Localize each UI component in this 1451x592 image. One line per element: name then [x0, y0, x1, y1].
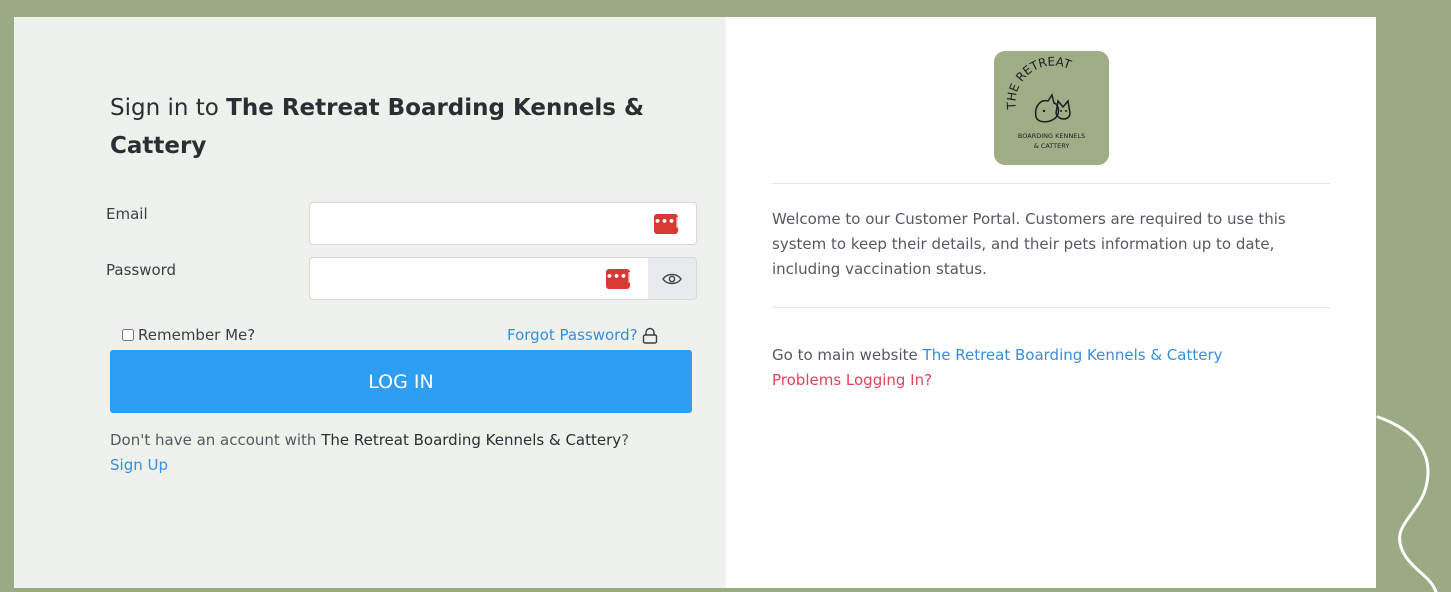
show-password-button[interactable]	[648, 257, 697, 300]
forgot-password-link[interactable]: Forgot Password?	[507, 326, 658, 344]
problems-logging-in-link[interactable]: Problems Logging In?	[772, 371, 932, 389]
svg-text:THE RETREAT: THE RETREAT	[1004, 54, 1073, 110]
password-manager-icon[interactable]: •••|	[654, 214, 679, 234]
divider	[772, 183, 1330, 184]
forgot-password-label[interactable]: Forgot Password?	[507, 326, 638, 344]
password-label: Password	[106, 261, 177, 279]
password-field[interactable]: •••|	[309, 257, 649, 300]
logo-line1: BOARDING KENNELS	[1018, 132, 1085, 140]
signup-text: Don't have an account with	[110, 431, 317, 449]
logo: THE RETREAT BOARDING KENNELS & CATTERY	[994, 51, 1109, 165]
signup-prompt: Don't have an account with The Retreat B…	[110, 428, 710, 478]
lock-icon	[642, 327, 657, 344]
signup-suffix: ?	[621, 431, 630, 449]
logo-line2: & CATTERY	[1034, 142, 1070, 150]
password-manager-icon[interactable]: •••|	[606, 269, 631, 289]
logo-graphic: THE RETREAT BOARDING KENNELS & CATTERY	[1004, 54, 1085, 150]
signup-business-name: The Retreat Boarding Kennels & Cattery	[321, 431, 622, 449]
remember-me-label: Remember Me?	[138, 326, 256, 344]
password-input[interactable]	[310, 258, 601, 299]
remember-me-checkbox[interactable]	[122, 329, 134, 341]
website-links: Go to main website The Retreat Boarding …	[772, 343, 1342, 393]
main-website-link[interactable]: The Retreat Boarding Kennels & Cattery	[923, 346, 1223, 364]
goto-text: Go to main website	[772, 346, 918, 364]
welcome-text: Welcome to our Customer Portal. Customer…	[772, 210, 1286, 278]
background-decoration	[1376, 17, 1451, 592]
page-title: Sign in to The Retreat Boarding Kennels …	[110, 95, 645, 159]
login-button[interactable]: LOG IN	[110, 350, 692, 413]
signup-link[interactable]: Sign Up	[110, 456, 168, 474]
remember-me[interactable]: Remember Me?	[122, 326, 255, 344]
divider	[772, 307, 1330, 308]
logo-arc-text: THE RETREAT	[1004, 54, 1073, 110]
email-input[interactable]	[310, 203, 639, 244]
email-label: Email	[106, 205, 148, 223]
email-field[interactable]: •••|	[309, 202, 697, 245]
eye-icon	[662, 273, 682, 284]
